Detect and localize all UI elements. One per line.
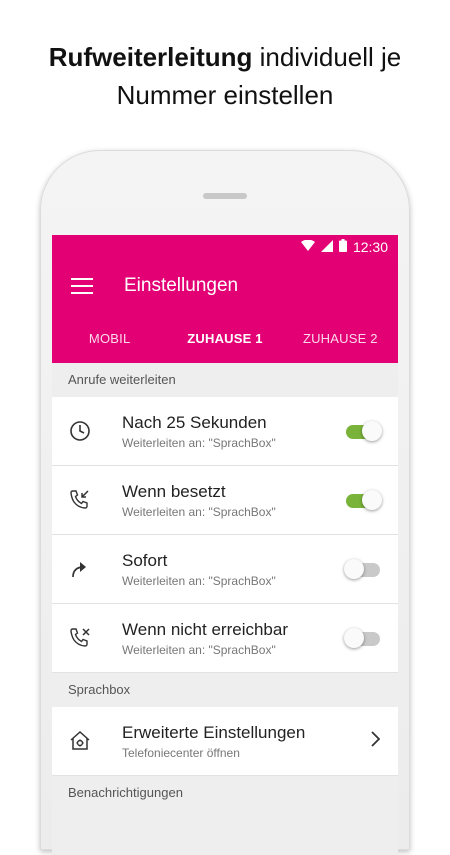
toggle-unreachable[interactable] bbox=[344, 626, 384, 650]
row-title: Sofort bbox=[122, 551, 168, 570]
advanced-settings-row[interactable]: Erweiterte Einstellungen Telefoniecenter… bbox=[52, 707, 398, 776]
promo-headline: Rufweiterleitung individuell je Nummer e… bbox=[0, 38, 450, 114]
phone-frame: 12:30 Einstellungen MOBIL ZUHAUSE 1 ZUHA… bbox=[40, 150, 410, 855]
tab-bar: MOBIL ZUHAUSE 1 ZUHAUSE 2 bbox=[52, 313, 398, 363]
call-busy-icon bbox=[52, 488, 108, 512]
phone-screen: 12:30 Einstellungen MOBIL ZUHAUSE 1 ZUHA… bbox=[52, 235, 398, 855]
toolbar-title: Einstellungen bbox=[124, 275, 239, 296]
row-subtitle: Weiterleiten an: "SprachBox" bbox=[122, 574, 276, 588]
toggle-immediately[interactable] bbox=[344, 557, 384, 581]
row-title: Erweiterte Einstellungen bbox=[122, 723, 306, 742]
section-header-sprachbox: Sprachbox bbox=[52, 673, 398, 707]
status-time: 12:30 bbox=[352, 239, 388, 255]
toggle-busy[interactable] bbox=[344, 488, 384, 512]
row-subtitle: Weiterleiten an: "SprachBox" bbox=[122, 436, 276, 450]
toggle-after-25s[interactable] bbox=[344, 419, 384, 443]
battery-icon bbox=[338, 239, 347, 255]
row-subtitle: Weiterleiten an: "SprachBox" bbox=[122, 505, 276, 519]
tab-zuhause-2[interactable]: ZUHAUSE 2 bbox=[283, 313, 398, 363]
forward-row-unreachable[interactable]: Wenn nicht erreichbar Weiterleiten an: "… bbox=[52, 604, 398, 673]
app-bar: 12:30 Einstellungen MOBIL ZUHAUSE 1 ZUHA… bbox=[52, 235, 398, 363]
hamburger-menu-icon[interactable] bbox=[54, 259, 110, 313]
tab-mobil[interactable]: MOBIL bbox=[52, 313, 167, 363]
signal-icon bbox=[320, 239, 333, 255]
forward-row-after-25s[interactable]: Nach 25 Sekunden Weiterleiten an: "Sprac… bbox=[52, 397, 398, 466]
wifi-icon bbox=[300, 239, 315, 255]
row-subtitle: Weiterleiten an: "SprachBox" bbox=[122, 643, 276, 657]
row-title: Wenn nicht erreichbar bbox=[122, 620, 288, 639]
section-header-partial: Benachrichtigungen bbox=[52, 776, 398, 810]
forward-row-immediately[interactable]: Sofort Weiterleiten an: "SprachBox" bbox=[52, 535, 398, 604]
toolbar: Einstellungen bbox=[52, 259, 398, 313]
headline-line2: Nummer einstellen bbox=[116, 80, 334, 110]
tab-zuhause-1[interactable]: ZUHAUSE 1 bbox=[167, 313, 282, 363]
clock-icon bbox=[52, 420, 108, 442]
section-header-forwarding: Anrufe weiterleiten bbox=[52, 363, 398, 397]
phone-speaker bbox=[203, 193, 247, 199]
headline-bold: Rufweiterleitung bbox=[48, 42, 253, 72]
call-unreachable-icon bbox=[52, 626, 108, 650]
row-title: Nach 25 Sekunden bbox=[122, 413, 267, 432]
forward-arrow-icon bbox=[52, 558, 108, 580]
forward-row-busy[interactable]: Wenn besetzt Weiterleiten an: "SprachBox… bbox=[52, 466, 398, 535]
chevron-right-icon bbox=[370, 730, 381, 752]
status-bar: 12:30 bbox=[52, 235, 398, 259]
home-settings-icon bbox=[52, 729, 108, 753]
row-subtitle: Telefoniecenter öffnen bbox=[122, 746, 240, 760]
headline-rest: individuell je bbox=[252, 42, 402, 72]
row-title: Wenn besetzt bbox=[122, 482, 226, 501]
